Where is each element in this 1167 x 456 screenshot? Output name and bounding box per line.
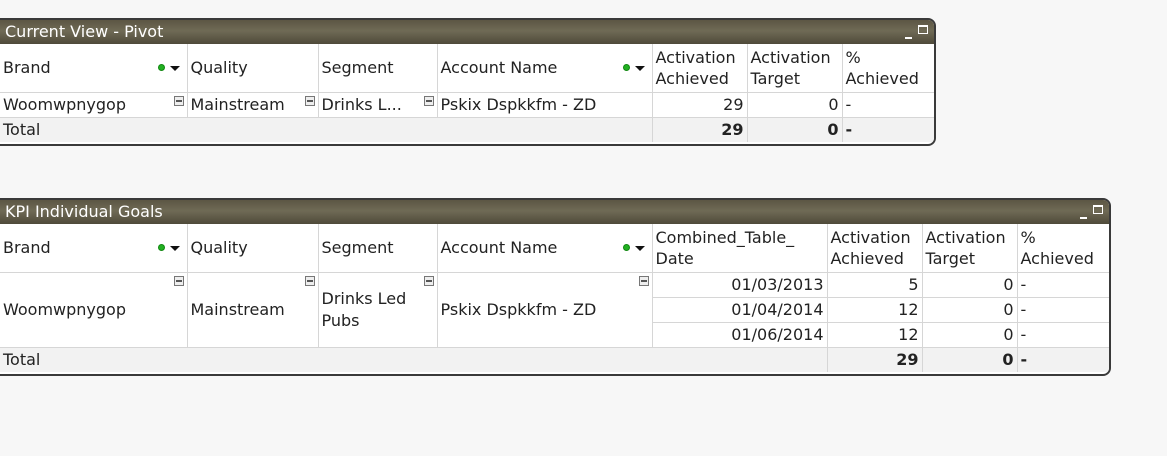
cell-account-name[interactable]: Pskix Dspkkfm - ZD bbox=[437, 272, 653, 348]
header-segment[interactable]: Segment bbox=[318, 224, 438, 273]
collapse-icon[interactable] bbox=[173, 275, 184, 286]
cell-quality[interactable]: Mainstream bbox=[187, 92, 319, 118]
table-row: Woomwpnygop Mainstream Drinks L... Pskix… bbox=[0, 92, 934, 118]
cell-achieved: 29 bbox=[652, 92, 748, 118]
dropdown-arrow-icon[interactable] bbox=[169, 65, 180, 71]
table-row: Woomwpnygop Mainstream Drinks Led Pubs P… bbox=[0, 272, 1109, 348]
maximize-icon[interactable] bbox=[1093, 205, 1103, 214]
kpi-titlebar[interactable]: KPI Individual Goals bbox=[0, 200, 1109, 224]
cell-target: 0 bbox=[747, 92, 843, 118]
header-combined-date[interactable]: Combined_Table_ Date bbox=[652, 224, 828, 273]
kpi-title: KPI Individual Goals bbox=[5, 202, 163, 221]
total-row: Total 29 0 - bbox=[0, 117, 934, 142]
cell-brand[interactable]: Woomwpnygop bbox=[0, 272, 188, 348]
cell-brand[interactable]: Woomwpnygop bbox=[0, 92, 188, 118]
header-activation-target[interactable]: Activation Target bbox=[922, 224, 1018, 273]
maximize-icon[interactable] bbox=[918, 25, 928, 34]
cell-date: 01/06/2014 bbox=[652, 322, 828, 348]
dropdown-arrow-icon[interactable] bbox=[634, 245, 645, 251]
total-achieved: 29 bbox=[652, 117, 748, 142]
dropdown-arrow-icon[interactable] bbox=[634, 65, 645, 71]
cell-achieved: 12 bbox=[827, 322, 923, 348]
header-activation-achieved[interactable]: Activation Achieved bbox=[827, 224, 923, 273]
cell-quality[interactable]: Mainstream bbox=[187, 272, 319, 348]
cell-pct: - bbox=[1017, 322, 1109, 348]
collapse-icon[interactable] bbox=[423, 275, 434, 286]
total-target: 0 bbox=[747, 117, 843, 142]
cell-achieved: 5 bbox=[827, 272, 923, 298]
cell-pct: - bbox=[1017, 272, 1109, 298]
total-label: Total bbox=[0, 117, 653, 142]
collapse-icon[interactable] bbox=[304, 95, 315, 106]
header-pct-achieved[interactable]: % Achieved bbox=[842, 44, 934, 93]
total-target: 0 bbox=[922, 347, 1018, 372]
collapse-icon[interactable] bbox=[173, 95, 184, 106]
kpi-table: Brand Quality Segment Account Name Combi… bbox=[0, 224, 1109, 372]
total-achieved: 29 bbox=[827, 347, 923, 372]
minimize-icon[interactable] bbox=[905, 20, 912, 44]
header-brand[interactable]: Brand bbox=[0, 44, 188, 93]
pivot-titlebar[interactable]: Current View - Pivot bbox=[0, 20, 934, 44]
pivot-panel: Current View - Pivot Brand Quality Segme… bbox=[0, 18, 936, 146]
header-segment[interactable]: Segment bbox=[318, 44, 438, 93]
filter-active-icon bbox=[622, 243, 630, 251]
header-brand[interactable]: Brand bbox=[0, 224, 188, 273]
cell-date: 01/03/2013 bbox=[652, 272, 828, 298]
cell-segment[interactable]: Drinks Led Pubs bbox=[318, 272, 438, 348]
total-pct: - bbox=[842, 117, 934, 142]
cell-pct: - bbox=[842, 92, 934, 118]
header-account-name[interactable]: Account Name bbox=[437, 44, 653, 93]
header-pct-achieved[interactable]: % Achieved bbox=[1017, 224, 1109, 273]
collapse-icon[interactable] bbox=[423, 95, 434, 106]
header-quality[interactable]: Quality bbox=[187, 224, 319, 273]
cell-segment[interactable]: Drinks L... bbox=[318, 92, 438, 118]
header-account-name[interactable]: Account Name bbox=[437, 224, 653, 273]
total-row: Total 29 0 - bbox=[0, 347, 1109, 372]
cell-target: 0 bbox=[922, 322, 1018, 348]
header-activation-achieved[interactable]: Activation Achieved bbox=[652, 44, 748, 93]
cell-pct: - bbox=[1017, 297, 1109, 323]
cell-account-name: Pskix Dspkkfm - ZD bbox=[437, 92, 653, 118]
collapse-icon[interactable] bbox=[304, 275, 315, 286]
header-quality[interactable]: Quality bbox=[187, 44, 319, 93]
cell-target: 0 bbox=[922, 297, 1018, 323]
dropdown-arrow-icon[interactable] bbox=[169, 245, 180, 251]
total-pct: - bbox=[1017, 347, 1109, 372]
cell-achieved: 12 bbox=[827, 297, 923, 323]
kpi-panel: KPI Individual Goals Brand Quality Segme… bbox=[0, 198, 1111, 376]
cell-date: 01/04/2014 bbox=[652, 297, 828, 323]
filter-active-icon bbox=[157, 243, 165, 251]
filter-active-icon bbox=[157, 63, 165, 71]
header-activation-target[interactable]: Activation Target bbox=[747, 44, 843, 93]
total-label: Total bbox=[0, 347, 828, 372]
filter-active-icon bbox=[622, 63, 630, 71]
pivot-table: Brand Quality Segment Account Name Activ… bbox=[0, 44, 934, 142]
minimize-icon[interactable] bbox=[1080, 200, 1087, 224]
cell-target: 0 bbox=[922, 272, 1018, 298]
pivot-title: Current View - Pivot bbox=[5, 22, 164, 41]
collapse-icon[interactable] bbox=[638, 275, 649, 286]
